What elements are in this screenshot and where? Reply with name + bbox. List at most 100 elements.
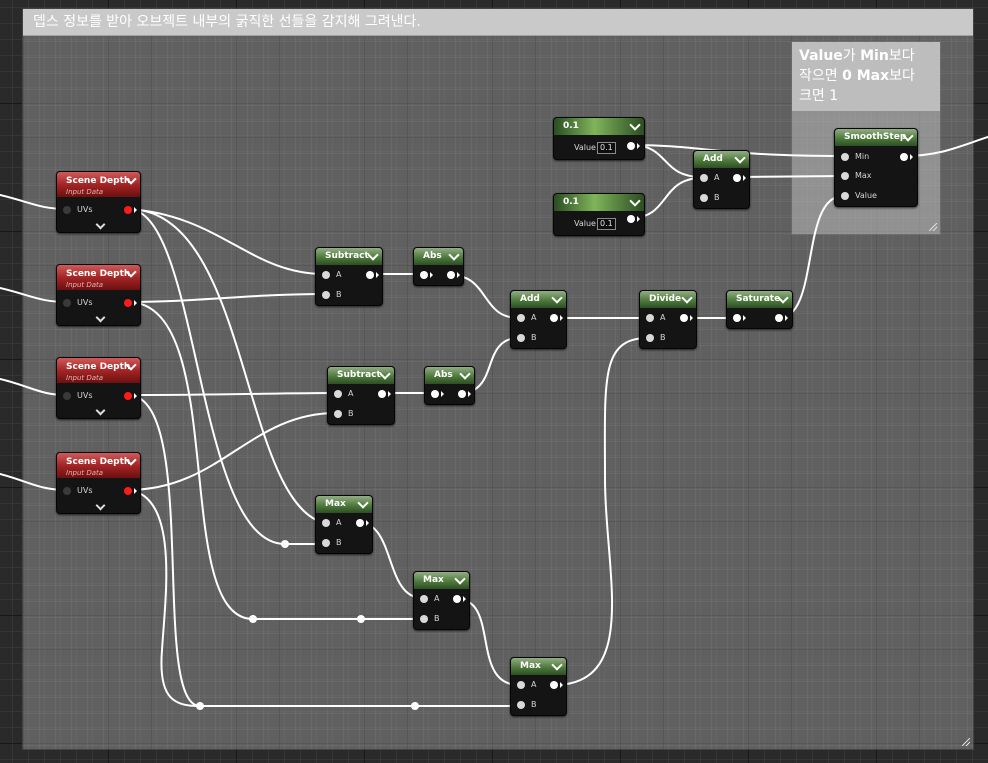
scene-depth-node-3[interactable]: Scene Depth Input Data UVs bbox=[56, 357, 141, 419]
a-input-pin[interactable] bbox=[420, 595, 428, 603]
node-header[interactable]: Max bbox=[316, 496, 372, 513]
value-input-pin[interactable] bbox=[841, 192, 849, 200]
smoothstep-node[interactable]: SmoothStep Min Max Value bbox=[834, 128, 918, 207]
node-header[interactable]: Scene Depth Input Data bbox=[57, 453, 140, 478]
b-input-pin[interactable] bbox=[334, 410, 342, 418]
add-node-top[interactable]: Add A B bbox=[693, 150, 750, 209]
node-header[interactable]: Add bbox=[511, 291, 566, 308]
output-pin[interactable] bbox=[124, 487, 132, 495]
a-input-pin[interactable] bbox=[517, 314, 525, 322]
comment-title-main[interactable]: 뎁스 정보를 받아 오브젝트 내부의 굵직한 선들을 감지해 그려낸다. bbox=[23, 9, 973, 36]
subtract-node-1[interactable]: Subtract A B bbox=[315, 247, 383, 306]
chevron-down-icon[interactable] bbox=[379, 368, 391, 380]
uvs-input-pin[interactable] bbox=[63, 206, 71, 214]
output-pin[interactable] bbox=[680, 314, 688, 322]
saturate-node[interactable]: Saturate bbox=[726, 290, 793, 329]
constant-value-field[interactable]: 0.1 bbox=[597, 142, 616, 154]
comment-resize-handle-smoothstep[interactable] bbox=[929, 223, 937, 231]
output-pin[interactable] bbox=[453, 595, 461, 603]
node-header[interactable]: Scene Depth Input Data bbox=[57, 265, 140, 290]
scene-depth-node-2[interactable]: Scene Depth Input Data UVs bbox=[56, 264, 141, 326]
node-header[interactable]: SmoothStep bbox=[835, 129, 917, 146]
comment-resize-handle[interactable] bbox=[962, 738, 970, 746]
chevron-down-icon[interactable] bbox=[681, 292, 693, 304]
chevron-down-icon[interactable] bbox=[551, 292, 563, 304]
output-pin[interactable] bbox=[447, 271, 455, 279]
chevron-down-icon[interactable] bbox=[551, 659, 563, 671]
subtract-node-2[interactable]: Subtract A B bbox=[327, 366, 395, 425]
output-pin[interactable] bbox=[627, 142, 635, 150]
output-pin[interactable] bbox=[378, 390, 386, 398]
chevron-down-icon[interactable] bbox=[629, 119, 641, 131]
output-pin[interactable] bbox=[775, 314, 783, 322]
a-input-pin[interactable] bbox=[322, 519, 330, 527]
node-header[interactable]: Subtract bbox=[328, 367, 394, 384]
input-pin[interactable] bbox=[431, 390, 439, 398]
chevron-down-icon[interactable] bbox=[95, 312, 106, 323]
constant-value-field[interactable]: 0.1 bbox=[597, 218, 616, 230]
output-pin[interactable] bbox=[550, 681, 558, 689]
scene-depth-node-4[interactable]: Scene Depth Input Data UVs bbox=[56, 452, 141, 514]
chevron-down-icon[interactable] bbox=[367, 249, 379, 261]
chevron-down-icon[interactable] bbox=[454, 573, 466, 585]
max-node-3[interactable]: Max A B bbox=[510, 657, 567, 716]
output-pin[interactable] bbox=[366, 271, 374, 279]
divide-node[interactable]: Divide A B bbox=[639, 290, 697, 349]
add-node-middle[interactable]: Add A B bbox=[510, 290, 567, 349]
max-node-2[interactable]: Max A B bbox=[413, 571, 470, 630]
output-pin[interactable] bbox=[124, 392, 132, 400]
b-input-pin[interactable] bbox=[646, 334, 654, 342]
abs-node-2[interactable]: Abs bbox=[424, 366, 475, 405]
chevron-down-icon[interactable] bbox=[448, 249, 460, 261]
output-pin[interactable] bbox=[356, 519, 364, 527]
output-pin[interactable] bbox=[627, 215, 635, 223]
abs-node-1[interactable]: Abs bbox=[413, 247, 464, 286]
node-header[interactable]: Abs bbox=[414, 248, 463, 265]
constant-node-1[interactable]: 0.1 Value 0.1 bbox=[553, 117, 645, 160]
a-input-pin[interactable] bbox=[700, 174, 708, 182]
b-input-pin[interactable] bbox=[420, 615, 428, 623]
min-input-pin[interactable] bbox=[841, 153, 849, 161]
chevron-down-icon[interactable] bbox=[459, 368, 471, 380]
chevron-down-icon[interactable] bbox=[95, 500, 106, 511]
chevron-down-icon[interactable] bbox=[95, 219, 106, 230]
a-input-pin[interactable] bbox=[646, 314, 654, 322]
output-pin[interactable] bbox=[550, 314, 558, 322]
node-header[interactable]: Max bbox=[414, 572, 469, 589]
a-input-pin[interactable] bbox=[334, 390, 342, 398]
max-node-1[interactable]: Max A B bbox=[315, 495, 373, 554]
node-header[interactable]: 0.1 bbox=[554, 194, 644, 211]
input-pin[interactable] bbox=[420, 271, 428, 279]
uvs-input-pin[interactable] bbox=[63, 392, 71, 400]
node-header[interactable]: Subtract bbox=[316, 248, 382, 265]
output-pin[interactable] bbox=[733, 174, 741, 182]
reroute-node[interactable] bbox=[357, 615, 365, 623]
input-pin[interactable] bbox=[733, 314, 741, 322]
node-header[interactable]: Saturate bbox=[727, 291, 792, 308]
node-header[interactable]: 0.1 bbox=[554, 118, 644, 135]
output-pin[interactable] bbox=[458, 390, 466, 398]
node-header[interactable]: Max bbox=[511, 658, 566, 675]
chevron-down-icon[interactable] bbox=[734, 152, 746, 164]
b-input-pin[interactable] bbox=[322, 291, 330, 299]
uvs-input-pin[interactable] bbox=[63, 487, 71, 495]
node-header[interactable]: Scene Depth Input Data bbox=[57, 172, 140, 197]
node-header[interactable]: Add bbox=[694, 151, 749, 168]
chevron-down-icon[interactable] bbox=[95, 405, 106, 416]
b-input-pin[interactable] bbox=[517, 334, 525, 342]
reroute-node[interactable] bbox=[411, 702, 419, 710]
reroute-node[interactable] bbox=[196, 702, 204, 710]
constant-node-2[interactable]: 0.1 Value 0.1 bbox=[553, 193, 645, 236]
comment-title-smoothstep[interactable]: Value가 Min보다 작으면 0 Max보다 크면 1 bbox=[792, 42, 940, 111]
chevron-down-icon[interactable] bbox=[629, 195, 641, 207]
b-input-pin[interactable] bbox=[517, 701, 525, 709]
output-pin[interactable] bbox=[900, 153, 908, 161]
node-header[interactable]: Scene Depth Input Data bbox=[57, 358, 140, 383]
reroute-node[interactable] bbox=[281, 540, 289, 548]
uvs-input-pin[interactable] bbox=[63, 299, 71, 307]
b-input-pin[interactable] bbox=[322, 539, 330, 547]
node-header[interactable]: Divide bbox=[640, 291, 696, 308]
a-input-pin[interactable] bbox=[517, 681, 525, 689]
max-input-pin[interactable] bbox=[841, 172, 849, 180]
output-pin[interactable] bbox=[124, 206, 132, 214]
